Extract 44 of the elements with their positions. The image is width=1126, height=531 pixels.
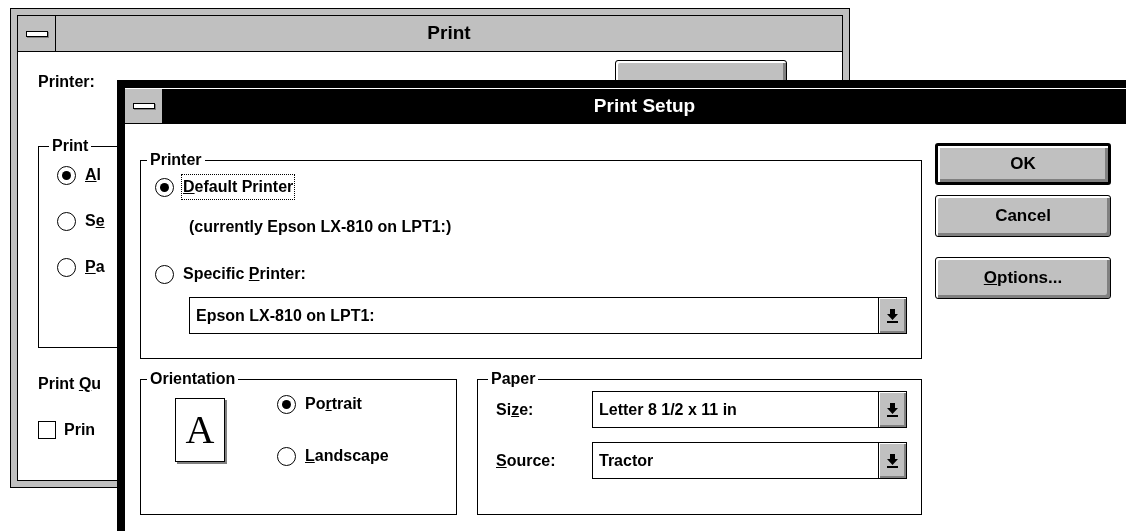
portrait-page-icon: A <box>175 398 225 462</box>
dialog-button[interactable]: Cancel <box>935 195 1111 237</box>
radio-label[interactable]: Default Printer <box>181 174 296 200</box>
dropdown-button[interactable] <box>878 443 906 478</box>
radio-button[interactable] <box>277 394 296 414</box>
field-label: Size: <box>496 399 535 420</box>
radio-label[interactable]: Pa <box>83 254 107 280</box>
system-menu-button[interactable] <box>125 89 163 123</box>
radio-button[interactable] <box>57 165 76 185</box>
group-title: Printer <box>149 152 203 168</box>
current-printer-note: (currently Epson LX-810 on LPT1:) <box>189 217 453 237</box>
down-arrow-icon <box>887 308 898 323</box>
dropdown-field[interactable]: Letter 8 1/2 x 11 in <box>592 391 907 428</box>
dialog-button[interactable]: Options... <box>935 257 1111 299</box>
window-title: Print Setup <box>592 93 697 118</box>
dropdown-value: Epson LX-810 on LPT1: <box>195 305 376 326</box>
radio-button[interactable] <box>155 264 174 284</box>
printer-label: Printer: <box>38 72 95 92</box>
radio-button[interactable] <box>57 211 76 231</box>
radio-button[interactable] <box>277 446 296 466</box>
dropdown-field[interactable]: Epson LX-810 on LPT1: <box>189 297 907 334</box>
group-title: Paper <box>490 371 537 387</box>
dropdown-button[interactable] <box>878 298 906 333</box>
radio-label[interactable]: Se <box>83 208 107 234</box>
checkbox-label: Prin <box>64 420 96 440</box>
group-title: Print <box>51 138 90 154</box>
print-quality-label: Print Qu <box>38 374 102 394</box>
dropdown-value: Tractor <box>598 450 655 471</box>
dialog-button[interactable]: OK <box>935 143 1111 185</box>
radio-label[interactable]: Portrait <box>303 391 364 417</box>
radio-button[interactable] <box>155 177 174 197</box>
radio-label[interactable]: Landscape <box>303 443 391 469</box>
checkbox[interactable] <box>38 421 56 439</box>
group-title: Orientation <box>149 371 237 387</box>
down-arrow-icon <box>887 453 898 468</box>
dropdown-field[interactable]: Tractor <box>592 442 907 479</box>
radio-label[interactable]: Specific Printer: <box>181 261 308 287</box>
dropdown-button[interactable] <box>878 392 906 427</box>
radio-button[interactable] <box>57 257 76 277</box>
dropdown-value: Letter 8 1/2 x 11 in <box>598 399 738 420</box>
radio-label[interactable]: Al <box>83 162 103 188</box>
down-arrow-icon <box>887 402 898 417</box>
field-label: Source: <box>496 450 557 471</box>
window-title: Print <box>426 21 472 46</box>
